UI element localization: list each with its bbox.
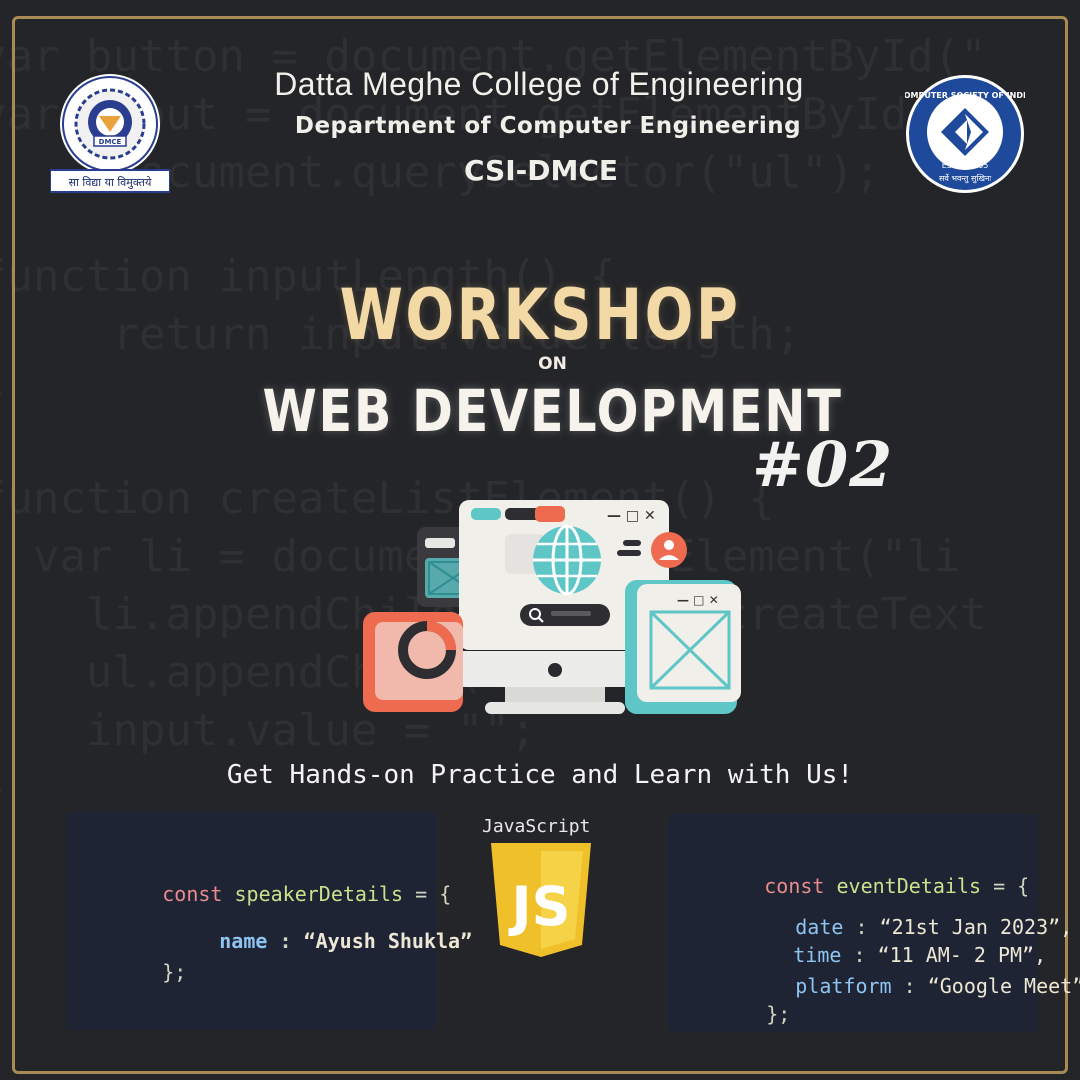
speaker-name-value: “Ayush Shukla” — [303, 929, 473, 953]
code-keyword: const — [162, 882, 223, 906]
js-badge-text: JS — [508, 875, 571, 938]
speaker-details-panel: const speakerDetails = { name : “Ayush S… — [66, 812, 472, 1030]
dmce-badge-text: DMCE — [99, 138, 122, 146]
college-name: Datta Meghe College of Engineering — [274, 66, 804, 102]
department-name: Department of Computer Engineering — [294, 113, 802, 139]
speaker-name-key: name — [219, 929, 268, 953]
title-connector: ON — [538, 354, 567, 374]
code-punctuation: = { — [415, 882, 452, 906]
code-colon: : — [279, 929, 292, 953]
edition-number: #02 — [752, 428, 894, 501]
event-platform-key: platform — [795, 974, 892, 998]
code-variable: speakerDetails — [234, 882, 404, 906]
chapter-name: CSI-DMCE — [463, 154, 619, 187]
code-close: }; — [766, 1002, 791, 1026]
title-workshop: WORKSHOP — [339, 274, 741, 356]
javascript-shield-icon: JS — [491, 843, 591, 957]
tech-label: JavaScript — [482, 816, 591, 837]
svg-text:— □ ✕: — □ ✕ — [607, 508, 656, 524]
event-platform-value: “Google Meet” — [927, 974, 1080, 998]
event-details-panel: const eventDetails = { date : “21st Jan … — [668, 814, 1080, 1032]
code-close: }; — [162, 960, 187, 984]
code-colon: : — [903, 974, 916, 998]
web-development-illustration-icon: — □ ✕ — □ ✕ — [363, 500, 741, 714]
svg-text:— □ ✕: — □ ✕ — [677, 593, 719, 607]
tagline: Get Hands-on Practice and Learn with Us! — [226, 760, 854, 790]
poster: var button = document.getElementById(" v… — [0, 0, 1080, 1080]
